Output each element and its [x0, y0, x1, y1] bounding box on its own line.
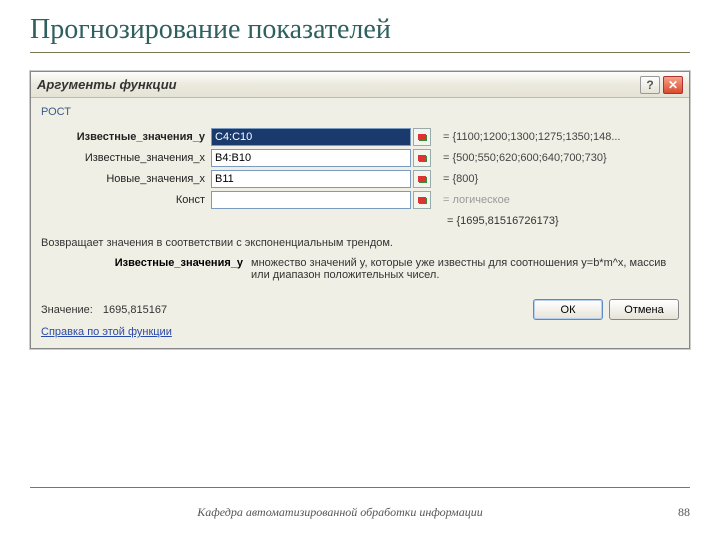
range-selector-icon[interactable]: [413, 128, 431, 146]
close-icon: ✕: [668, 78, 678, 92]
arguments-area: Известные_значения_y = {1100;1200;1300;1…: [41, 128, 679, 209]
arg-result: = {1100;1200;1300;1275;1350;148...: [443, 131, 621, 143]
dialog-titlebar: Аргументы функции ? ✕: [31, 72, 689, 98]
arg-input-known-y[interactable]: [211, 128, 411, 146]
arg-label: Известные_значения_y: [41, 131, 211, 143]
param-help-name: Известные_значения_y: [91, 257, 251, 281]
arg-row: Известные_значения_y = {1100;1200;1300;1…: [41, 128, 679, 146]
arg-row: Известные_значения_x = {500;550;620;600;…: [41, 149, 679, 167]
arg-row: Новые_значения_x = {800}: [41, 170, 679, 188]
arg-result: = {500;550;620;600;640;700;730}: [443, 152, 607, 164]
range-selector-icon[interactable]: [413, 149, 431, 167]
function-arguments-dialog: Аргументы функции ? ✕ РОСТ Известные_зна…: [30, 71, 690, 349]
slide-title: Прогнозирование показателей: [30, 10, 690, 53]
dialog-title: Аргументы функции: [37, 77, 637, 92]
value-label: Значение:: [41, 304, 93, 316]
arg-result: = {800}: [443, 173, 478, 185]
arg-label: Новые_значения_x: [41, 173, 211, 185]
range-selector-icon[interactable]: [413, 170, 431, 188]
page-number: 88: [650, 505, 690, 520]
arg-input-known-x[interactable]: [211, 149, 411, 167]
help-button[interactable]: ?: [640, 76, 660, 94]
function-description: Возвращает значения в соответствии с экс…: [41, 237, 679, 249]
arg-label: Известные_значения_x: [41, 152, 211, 164]
function-name: РОСТ: [41, 106, 679, 118]
range-selector-icon[interactable]: [413, 191, 431, 209]
param-help-text: множество значений y, которые уже извест…: [251, 257, 679, 281]
overall-result: = {1695,81516726173}: [41, 215, 679, 227]
arg-input-const[interactable]: [211, 191, 411, 209]
close-button[interactable]: ✕: [663, 76, 683, 94]
arg-label: Конст: [41, 194, 211, 206]
ok-button[interactable]: ОК: [533, 299, 603, 320]
parameter-help: Известные_значения_y множество значений …: [41, 257, 679, 281]
arg-row: Конст = логическое: [41, 191, 679, 209]
arg-input-new-x[interactable]: [211, 170, 411, 188]
arg-result: = логическое: [443, 194, 510, 206]
value-number: 1695,815167: [103, 304, 167, 316]
cancel-button[interactable]: Отмена: [609, 299, 679, 320]
help-link[interactable]: Справка по этой функции: [41, 326, 172, 338]
footer-text: Кафедра автоматизированной обработки инф…: [30, 505, 650, 520]
footer-divider: [30, 487, 690, 488]
